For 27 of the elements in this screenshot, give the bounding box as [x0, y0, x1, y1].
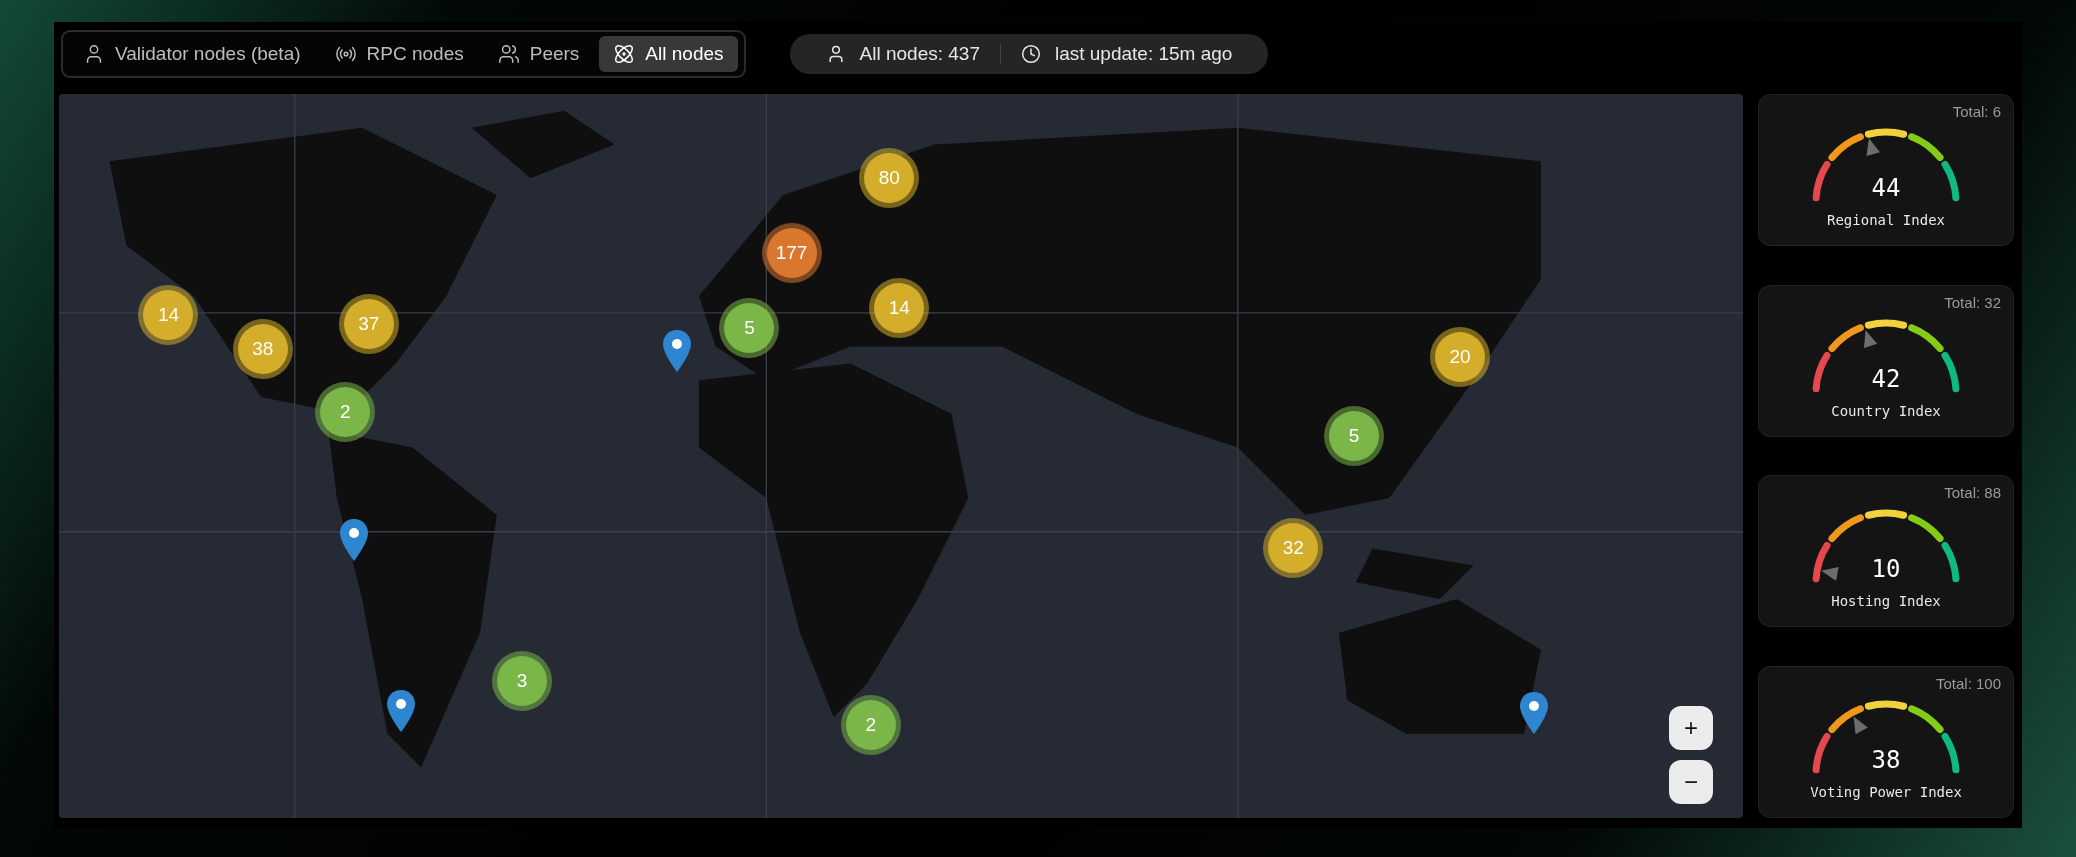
- tab[interactable]: Validator nodes (beta): [69, 36, 315, 72]
- people-icon: [497, 43, 520, 65]
- map-pin-icon[interactable]: [662, 328, 692, 373]
- total-label: Total: 32: [1944, 293, 2001, 311]
- total-label: Total: 6: [1952, 103, 2001, 120]
- map-pin-icon[interactable]: [385, 688, 416, 733]
- node-count: All nodes: 437: [859, 43, 980, 65]
- last-update: last update: 15m ago: [1054, 43, 1233, 65]
- index-value: 10: [1871, 555, 1901, 584]
- tab[interactable]: All nodes: [599, 36, 738, 72]
- clock-icon: [1020, 44, 1041, 64]
- index-value: 44: [1871, 174, 1901, 202]
- map-pin-icon[interactable]: [338, 518, 369, 563]
- total-label: Total: 100: [1935, 674, 2001, 692]
- index-value: 42: [1871, 364, 1901, 393]
- index-title: Hosting Index: [1831, 593, 1941, 610]
- index-title: Regional Index: [1827, 212, 1945, 228]
- index-value: 38: [1871, 745, 1901, 774]
- total-label: Total: 88: [1944, 484, 2001, 502]
- tab[interactable]: RPC nodes: [320, 36, 478, 72]
- zoom-in-button[interactable]: +: [1669, 706, 1713, 750]
- atom-icon: [613, 43, 636, 65]
- zoom-out-button[interactable]: −: [1669, 760, 1713, 804]
- map-pin-icon[interactable]: [1519, 691, 1550, 736]
- tab[interactable]: Peers: [483, 36, 594, 72]
- index-title: Voting Power Index: [1810, 783, 1962, 800]
- index-title: Country Index: [1831, 402, 1941, 419]
